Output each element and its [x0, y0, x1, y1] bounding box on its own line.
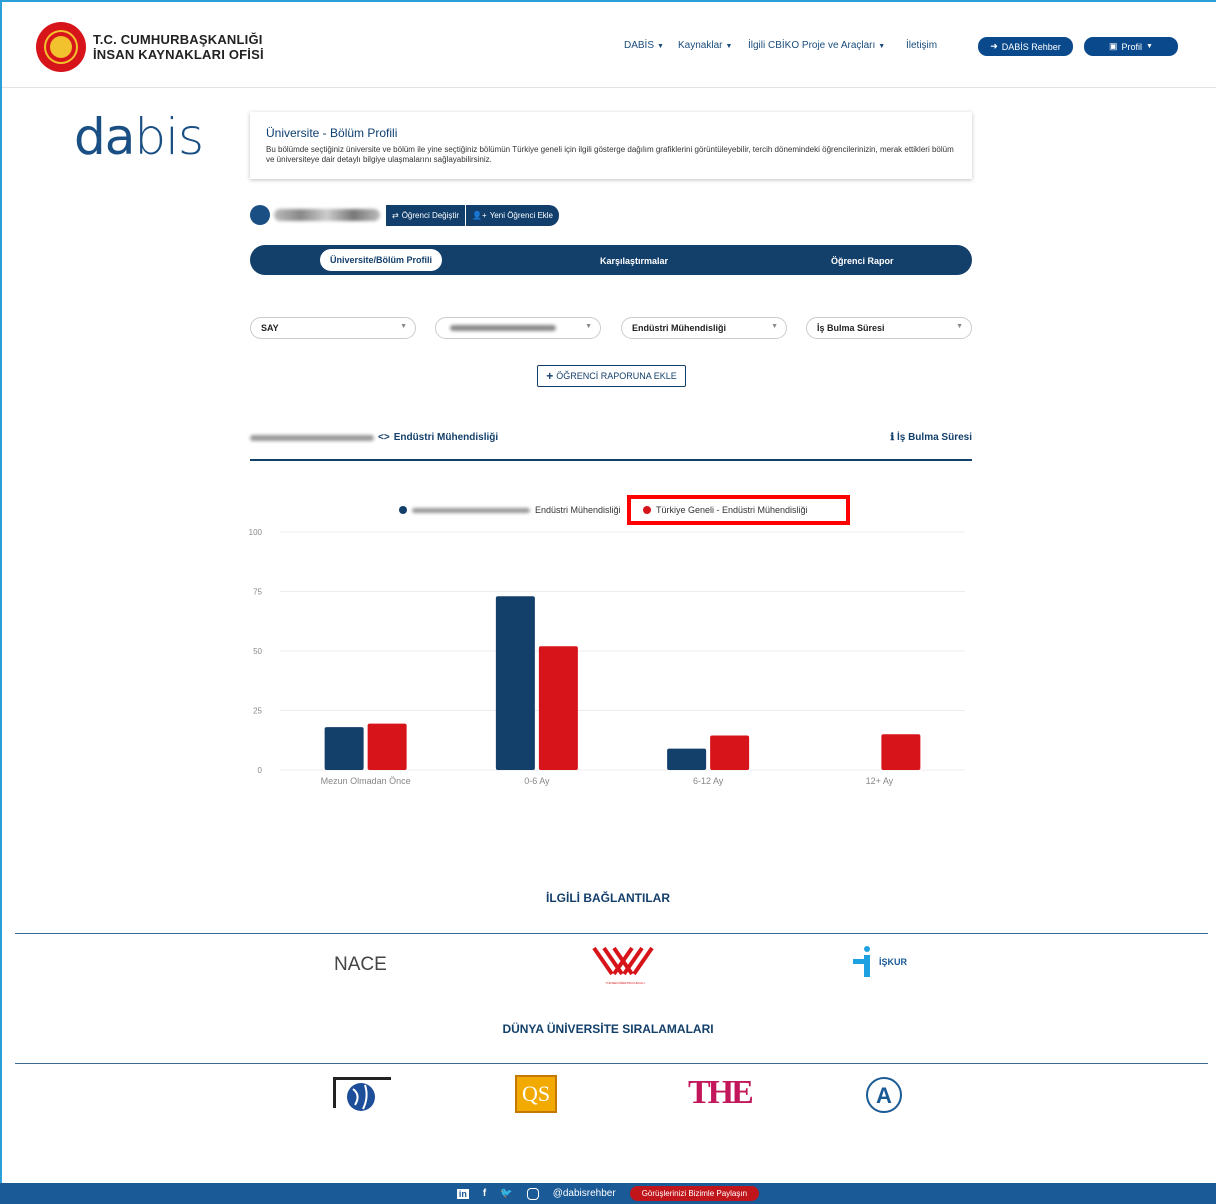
y-tick-label: 0	[258, 766, 263, 775]
section-tabs: Üniversite/Bölüm Profili Karşılaştırmala…	[250, 245, 972, 275]
chart-header-title: <> Endüstri Mühendisliği	[250, 432, 498, 443]
code-icon: <>	[378, 432, 390, 443]
world-rankings-title: DÜNYA ÜNİVERSİTE SIRALAMALARI	[502, 1022, 714, 1036]
indicator-select[interactable]: İş Bulma Süresi ▼	[806, 317, 972, 339]
yok-logo-link[interactable]: YÜKSEKÖĞRETİM KURULU	[592, 946, 658, 985]
instagram-icon[interactable]	[526, 1187, 539, 1200]
dabis-logo[interactable]: dabis	[74, 108, 204, 166]
university-select[interactable]: ▼	[435, 317, 601, 339]
university-name-redacted	[412, 507, 530, 513]
bar-university-2[interactable]	[667, 748, 707, 770]
student-bar: ⇄ Öğrenci Değiştir 👤+ Yeni Öğrenci Ekle	[250, 204, 559, 226]
footer-bar: in f 🐦 @dabisrehber Görüşlerinizi Biziml…	[0, 1183, 1216, 1204]
chart-indicator-label[interactable]: ℹ İş Bulma Süresi	[890, 432, 972, 443]
feedback-button[interactable]: Görüşlerinizi Bizimle Paylaşın	[629, 1186, 760, 1201]
nace-link[interactable]: NACE	[334, 954, 387, 976]
chevron-down-icon: ▼	[878, 43, 886, 50]
y-tick-label: 100	[249, 528, 263, 537]
urap-logo-icon: A	[866, 1077, 902, 1113]
student-name-redacted	[274, 209, 380, 221]
divider	[15, 933, 1208, 934]
chevron-down-icon: ▼	[956, 323, 963, 330]
nav-kaynaklar[interactable]: Kaynaklar ▼	[678, 40, 732, 51]
bar-turkey-3[interactable]	[881, 734, 921, 770]
yok-logo-icon	[592, 946, 654, 976]
linkedin-icon[interactable]: in	[456, 1188, 469, 1199]
x-tick-label: 6-12 Ay	[693, 776, 724, 786]
dabis-rehber-button[interactable]: ➜ DABİS Rehber	[978, 37, 1073, 56]
tab-university-profile[interactable]: Üniversite/Bölüm Profili	[320, 249, 443, 271]
presidency-emblem-icon[interactable]	[36, 22, 86, 72]
intro-title: Üniversite - Bölüm Profili	[266, 126, 398, 140]
twitter-icon[interactable]: 🐦	[500, 1188, 512, 1199]
globe-graduation-cap-icon	[333, 1077, 391, 1111]
nav-dabis[interactable]: DABİS ▼	[624, 40, 664, 51]
chart-header: <> Endüstri Mühendisliği ℹ İş Bulma Süre…	[250, 428, 972, 461]
qs-ranking-link[interactable]: QS	[515, 1075, 557, 1113]
user-graduate-icon	[250, 205, 270, 225]
x-tick-label: 0-6 Ay	[524, 776, 550, 786]
nav-iletisim[interactable]: İletişim	[906, 40, 937, 51]
add-to-report-button[interactable]: + ÖĞRENCİ RAPORUNA EKLE	[537, 365, 686, 387]
tab-student-report[interactable]: Öğrenci Rapor	[831, 256, 894, 266]
bar-turkey-0[interactable]	[367, 723, 407, 770]
chevron-down-icon: ▼	[1146, 43, 1153, 50]
info-icon: ℹ	[890, 432, 895, 443]
user-plus-icon: 👤+	[472, 210, 487, 220]
chevron-down-icon: ▼	[657, 43, 664, 50]
bar-university-1[interactable]	[495, 596, 535, 770]
intro-text: Bu bölümde seçtiğiniz üniversite ve bölü…	[266, 145, 954, 164]
change-student-button[interactable]: ⇄ Öğrenci Değiştir	[386, 204, 467, 226]
y-tick-label: 75	[253, 588, 262, 597]
x-tick-label: 12+ Ay	[866, 776, 894, 786]
divider	[15, 1063, 1208, 1064]
chevron-down-icon: ▼	[400, 323, 407, 330]
sign-in-icon: ➜	[990, 41, 998, 51]
related-links-title: İLGİLİ BAĞLANTILAR	[546, 891, 670, 905]
plus-icon: +	[546, 369, 554, 383]
yok-logo-text: YÜKSEKÖĞRETİM KURULU	[605, 981, 645, 985]
score-type-select[interactable]: SAY ▼	[250, 317, 416, 339]
facebook-icon[interactable]: f	[483, 1188, 486, 1199]
the-ranking-link[interactable]: THE	[688, 1074, 754, 1112]
legend-marker	[399, 506, 407, 514]
urap-ranking-link[interactable]: A	[864, 1075, 904, 1120]
iskur-logo-link[interactable]: İŞKUR	[853, 945, 923, 979]
y-tick-label: 50	[253, 647, 262, 656]
intro-card: Üniversite - Bölüm Profili Bu bölümde se…	[250, 112, 972, 179]
top-navbar: T.C. CUMHURBAŞKANLIĞI İNSAN KAYNAKLARI O…	[2, 2, 1216, 88]
bar-chart: 0 25 50 75 100 Mezun Olmadan Önce 0-6 Ay 6-12 A…	[249, 528, 965, 786]
chevron-down-icon: ▼	[725, 43, 733, 50]
x-tick-label: Mezun Olmadan Önce	[321, 776, 411, 786]
nav-cbiko-projects[interactable]: İlgili CBİKO Proje ve Araçları ▼	[748, 40, 885, 51]
university-name-redacted	[450, 325, 556, 331]
bar-turkey-2[interactable]	[710, 735, 750, 770]
legend-item-university[interactable]: Endüstri Mühendisliği	[399, 505, 621, 515]
iskur-logo-text: İŞKUR	[879, 957, 908, 967]
profile-dropdown-button[interactable]: ▣ Profil ▼	[1084, 37, 1178, 56]
bar-university-0[interactable]	[324, 727, 364, 770]
org-name-line1[interactable]: T.C. CUMHURBAŞKANLIĞI	[93, 32, 263, 47]
social-handle[interactable]: @dabisrehber	[553, 1188, 616, 1199]
chevron-down-icon: ▼	[585, 323, 592, 330]
iskur-logo-icon	[853, 946, 870, 977]
add-student-button[interactable]: 👤+ Yeni Öğrenci Ekle	[466, 204, 559, 226]
university-name-redacted	[250, 434, 374, 441]
y-tick-label: 25	[253, 707, 262, 716]
department-select[interactable]: Endüstri Mühendisliği ▼	[621, 317, 787, 339]
chevron-down-icon: ▼	[771, 323, 778, 330]
cwur-ranking-link[interactable]	[331, 1075, 393, 1118]
tab-comparisons[interactable]: Karşılaştırmalar	[600, 256, 668, 266]
org-name-line2[interactable]: İNSAN KAYNAKLARI OFİSİ	[93, 47, 264, 62]
bar-turkey-1[interactable]	[538, 646, 578, 770]
exchange-icon: ⇄	[392, 210, 399, 220]
id-card-icon: ▣	[1109, 41, 1118, 51]
svg-text:A: A	[876, 1083, 892, 1108]
